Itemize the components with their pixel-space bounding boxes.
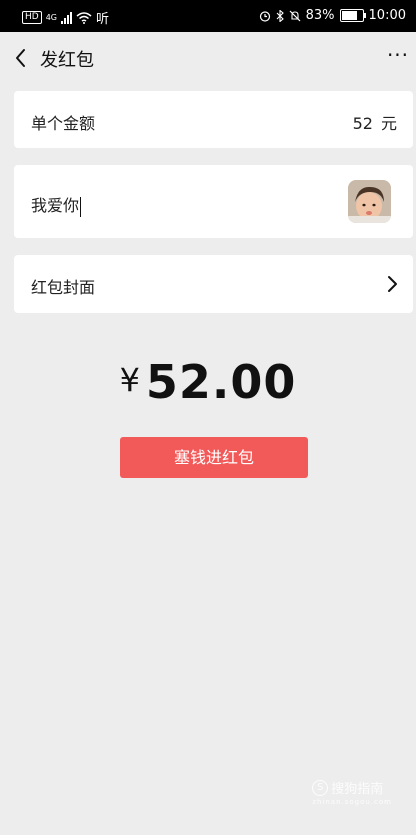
text-cursor — [80, 196, 82, 217]
total-amount: ¥52.00 — [0, 355, 416, 409]
child-photo-icon — [348, 180, 391, 223]
watermark: S 搜狗指南 zhinan.sogou.com — [312, 778, 392, 806]
total-amount-value: 52.00 — [145, 355, 297, 409]
send-red-packet-button[interactable]: 塞钱进红包 — [120, 437, 308, 478]
amount-value: 52 — [352, 114, 373, 133]
amount-label: 单个金额 — [31, 114, 96, 133]
chevron-right-icon — [388, 276, 397, 292]
mute-icon — [289, 10, 301, 21]
status-time: 10:00 — [368, 8, 406, 23]
sogou-logo-icon: S — [312, 779, 329, 796]
status-right: 83% 10:00 — [259, 8, 406, 23]
cover-label: 红包封面 — [31, 278, 96, 297]
message-text: 我爱你 — [31, 196, 80, 215]
extra-status-icon: 听 — [96, 12, 110, 27]
network-gen: 4G — [45, 13, 57, 22]
alarm-icon — [259, 10, 270, 22]
nav-bar: 发红包 ··· — [0, 32, 416, 84]
back-icon[interactable] — [12, 46, 32, 70]
signal-icon — [61, 11, 72, 24]
status-bar: HD 4G 听 83% 10:00 — [0, 0, 416, 32]
status-left: HD 4G 听 — [22, 8, 109, 27]
watermark-text: 搜狗指南 — [331, 782, 384, 797]
wifi-icon — [76, 11, 92, 24]
more-icon[interactable]: ··· — [386, 45, 410, 70]
page-title: 发红包 — [40, 50, 94, 71]
sticker-thumbnail[interactable] — [348, 180, 391, 223]
message-input[interactable]: 我爱你 — [31, 192, 82, 217]
amount-unit: 元 — [380, 114, 397, 133]
watermark-sub: zhinan.sogou.com — [312, 798, 392, 806]
message-row[interactable]: 我爱你 — [14, 165, 413, 238]
bluetooth-icon — [276, 9, 284, 22]
battery-icon — [339, 9, 366, 22]
battery-percent: 83% — [305, 8, 335, 23]
amount-field[interactable]: 52 元 — [353, 110, 397, 134]
hd-badge: HD — [22, 11, 42, 24]
amount-row[interactable]: 单个金额 52 元 — [14, 91, 413, 148]
cover-row[interactable]: 红包封面 — [14, 255, 413, 313]
currency-symbol: ¥ — [119, 361, 140, 399]
